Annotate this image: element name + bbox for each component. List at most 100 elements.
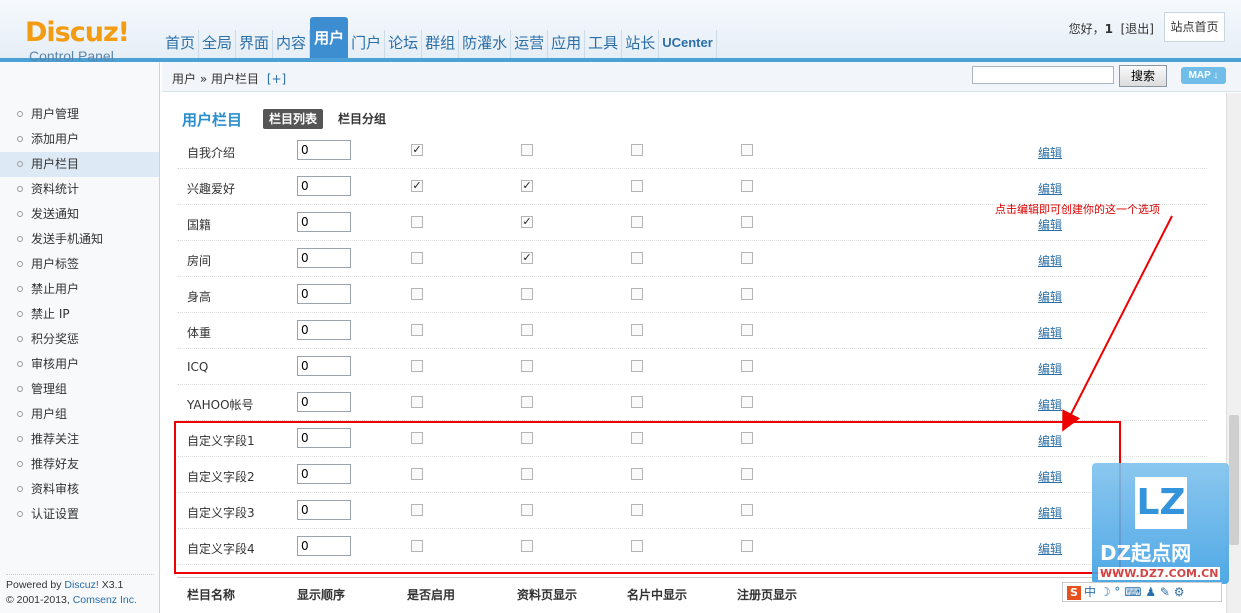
checkbox[interactable] xyxy=(741,180,753,192)
sidebar-item[interactable]: 认证设置 xyxy=(0,502,159,527)
column-header: 是否启用 xyxy=(407,588,456,602)
ime-toolbar[interactable]: S中 ☽ ° ⌨ ♟ ✎ ⚙ xyxy=(1062,582,1222,602)
sidebar-item[interactable]: 资料审核 xyxy=(0,477,159,502)
sidebar-item[interactable]: 审核用户 xyxy=(0,352,159,377)
checkbox[interactable] xyxy=(631,360,643,372)
logout-link[interactable]: [退出] xyxy=(1121,22,1154,36)
checkbox[interactable] xyxy=(411,324,423,336)
sidebar-item[interactable]: 禁止用户 xyxy=(0,277,159,302)
checkbox[interactable] xyxy=(521,144,533,156)
checkbox[interactable] xyxy=(521,288,533,300)
checkbox[interactable] xyxy=(411,360,423,372)
sidebar-item[interactable]: 用户组 xyxy=(0,402,159,427)
discuz-logo[interactable]: Discuz! Control Panel xyxy=(25,18,135,65)
checkbox[interactable] xyxy=(631,324,643,336)
search-button[interactable]: 搜索 xyxy=(1119,65,1167,87)
edit-link[interactable]: 编辑 xyxy=(1038,360,1062,377)
nav-tab[interactable]: 全局 xyxy=(199,30,237,58)
comsenz-link[interactable]: Comsenz Inc. xyxy=(73,594,137,606)
order-input[interactable]: 0 xyxy=(297,140,351,160)
sidebar-item[interactable]: 禁止 IP xyxy=(0,302,159,327)
sidebar-item[interactable]: 资料统计 xyxy=(0,177,159,202)
checkbox[interactable]: ✓ xyxy=(411,144,423,156)
checkbox[interactable] xyxy=(411,216,423,228)
powered-brand-link[interactable]: Discuz! xyxy=(64,579,98,591)
search-input[interactable] xyxy=(972,66,1114,84)
checkbox[interactable] xyxy=(521,324,533,336)
checkbox[interactable]: ✓ xyxy=(521,180,533,192)
checkbox[interactable]: ✓ xyxy=(411,180,423,192)
add-shortcut-link[interactable]: [+] xyxy=(267,72,286,86)
checkbox[interactable] xyxy=(411,396,423,408)
checkbox[interactable] xyxy=(631,288,643,300)
nav-tab[interactable]: 首页 xyxy=(162,30,200,58)
tab-field-list[interactable]: 栏目列表 xyxy=(263,109,324,129)
nav-tab[interactable]: UCenter xyxy=(659,30,717,58)
sidebar-item[interactable]: 发送通知 xyxy=(0,202,159,227)
nav-tab[interactable]: 工具 xyxy=(585,30,623,58)
checkbox[interactable] xyxy=(631,216,643,228)
sidebar-item[interactable]: 用户栏目 xyxy=(0,152,159,177)
checkbox[interactable] xyxy=(521,396,533,408)
checkbox[interactable] xyxy=(411,288,423,300)
column-header: 名片中显示 xyxy=(627,588,688,602)
sidebar-item[interactable]: 推荐关注 xyxy=(0,427,159,452)
edit-link[interactable]: 编辑 xyxy=(1038,252,1062,269)
checkbox[interactable] xyxy=(521,360,533,372)
sidebar-item-label: 发送通知 xyxy=(31,207,80,221)
order-input[interactable]: 0 xyxy=(297,212,351,232)
checkbox[interactable] xyxy=(631,396,643,408)
nav-tab[interactable]: 内容 xyxy=(273,30,311,58)
nav-tab[interactable]: 界面 xyxy=(236,30,274,58)
checkbox[interactable] xyxy=(631,180,643,192)
sidebar-item-label: 用户标签 xyxy=(31,257,80,271)
checkbox[interactable] xyxy=(411,252,423,264)
checkbox[interactable]: ✓ xyxy=(521,252,533,264)
sidebar-item[interactable]: 发送手机通知 xyxy=(0,227,159,252)
scrollbar-thumb[interactable] xyxy=(1229,415,1239,545)
checkbox[interactable]: ✓ xyxy=(521,216,533,228)
edit-link[interactable]: 编辑 xyxy=(1038,396,1062,413)
nav-tab[interactable]: 站长 xyxy=(622,30,660,58)
order-input[interactable]: 0 xyxy=(297,284,351,304)
order-input[interactable]: 0 xyxy=(297,356,351,376)
order-input[interactable]: 0 xyxy=(297,320,351,340)
column-header: 注册页显示 xyxy=(737,588,798,602)
checkbox[interactable] xyxy=(741,396,753,408)
checkbox[interactable] xyxy=(631,144,643,156)
edit-link[interactable]: 编辑 xyxy=(1038,288,1062,305)
sidebar-item[interactable]: 添加用户 xyxy=(0,127,159,152)
table-row: YAHOO帐号 0 编辑 xyxy=(177,385,1207,421)
order-input[interactable]: 0 xyxy=(297,248,351,268)
tab-field-group[interactable]: 栏目分组 xyxy=(338,109,386,129)
nav-tab[interactable]: 门户 xyxy=(348,30,386,58)
sidebar-item[interactable]: 推荐好友 xyxy=(0,452,159,477)
edit-link[interactable]: 编辑 xyxy=(1038,216,1062,233)
sidebar-item[interactable]: 用户标签 xyxy=(0,252,159,277)
nav-tab[interactable]: 群组 xyxy=(422,30,460,58)
edit-link[interactable]: 编辑 xyxy=(1038,324,1062,341)
nav-tab[interactable]: 防灌水 xyxy=(459,30,512,58)
checkbox[interactable] xyxy=(741,216,753,228)
edit-link[interactable]: 编辑 xyxy=(1038,144,1062,161)
checkbox[interactable] xyxy=(741,144,753,156)
checkbox[interactable] xyxy=(741,360,753,372)
site-home-button[interactable]: 站点首页 xyxy=(1164,12,1225,42)
checkbox[interactable] xyxy=(741,252,753,264)
checkbox[interactable] xyxy=(631,252,643,264)
edit-link[interactable]: 编辑 xyxy=(1038,180,1062,197)
sidebar-item[interactable]: 积分奖惩 xyxy=(0,327,159,352)
bullet-icon xyxy=(17,110,23,117)
nav-tab[interactable]: 应用 xyxy=(548,30,586,58)
nav-tab[interactable]: 运营 xyxy=(511,30,549,58)
nav-tab[interactable]: 用户 xyxy=(310,17,349,58)
nav-tab[interactable]: 论坛 xyxy=(385,30,423,58)
table-row: 自我介绍 0 ✓ 编辑 xyxy=(177,133,1207,169)
sidebar-item[interactable]: 用户管理 xyxy=(0,102,159,127)
map-button[interactable]: MAP ↓ xyxy=(1181,67,1226,84)
sidebar-item[interactable]: 管理组 xyxy=(0,377,159,402)
order-input[interactable]: 0 xyxy=(297,392,351,412)
order-input[interactable]: 0 xyxy=(297,176,351,196)
checkbox[interactable] xyxy=(741,288,753,300)
checkbox[interactable] xyxy=(741,324,753,336)
